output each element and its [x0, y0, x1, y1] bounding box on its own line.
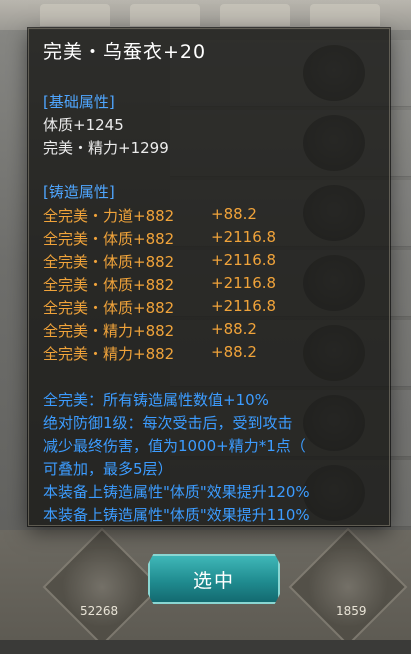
- effect-line: 全完美：所有铸造属性数值+10%: [43, 391, 269, 409]
- item-tooltip-panel: 完美・乌蚕衣+20 [基础属性] 体质+1245 完美・精力+1299 [铸造属…: [28, 28, 390, 526]
- background-tab: [310, 4, 380, 26]
- forge-attribute-name: 全完美・精力+882: [43, 345, 175, 363]
- background-tab: [220, 4, 290, 26]
- forge-attribute-bonus: +2116.8: [211, 228, 277, 246]
- forge-attributes-header: [铸造属性]: [43, 183, 115, 201]
- forge-attribute-bonus: +88.2: [211, 205, 257, 223]
- forge-attribute-bonus: +88.2: [211, 343, 257, 361]
- forge-attribute-line: 全完美・精力+882 +88.2: [43, 343, 257, 364]
- effect-line: 本装备上铸造属性"体质"效果提升120%: [43, 483, 310, 501]
- basic-attribute-line: 体质+1245: [43, 116, 124, 134]
- background-tab: [130, 4, 200, 26]
- forge-attribute-name: 全完美・体质+882: [43, 299, 175, 317]
- forge-attribute-line: 全完美・体质+882 +2116.8: [43, 251, 276, 272]
- forge-attribute-line: 全完美・力道+882 +88.2: [43, 205, 257, 226]
- forge-attribute-name: 全完美・体质+882: [43, 253, 175, 271]
- forge-attribute-bonus: +2116.8: [211, 251, 277, 269]
- basic-attribute-line: 完美・精力+1299: [43, 139, 169, 157]
- bottom-strip: [0, 640, 411, 654]
- select-button[interactable]: 选中: [148, 554, 280, 604]
- effect-line: 减少最终伤害，值为1000+精力*1点（: [43, 437, 306, 455]
- forge-attribute-line: 全完美・体质+882 +2116.8: [43, 274, 276, 295]
- background-tab: [40, 4, 110, 26]
- effect-line: 本装备上铸造属性"体质"效果提升110%: [43, 506, 310, 524]
- forge-attribute-line: 全完美・体质+882 +2116.8: [43, 297, 276, 318]
- forge-attribute-name: 全完美・力道+882: [43, 207, 175, 225]
- slot-right-count: 1859: [336, 604, 367, 618]
- forge-attribute-bonus: +88.2: [211, 320, 257, 338]
- forge-attribute-line: 全完美・精力+882 +88.2: [43, 320, 257, 341]
- forge-attribute-bonus: +2116.8: [211, 297, 277, 315]
- forge-attribute-name: 全完美・体质+882: [43, 276, 175, 294]
- item-title: 完美・乌蚕衣+20: [43, 41, 207, 63]
- basic-attributes-header: [基础属性]: [43, 93, 115, 111]
- forge-attribute-line: 全完美・体质+882 +2116.8: [43, 228, 276, 249]
- effect-line: 绝对防御1级：每次受击后，受到攻击: [43, 414, 293, 432]
- background-tab-bar: [0, 0, 411, 30]
- effect-line: 可叠加，最多5层）: [43, 460, 173, 478]
- forge-attribute-bonus: +2116.8: [211, 274, 277, 292]
- forge-attribute-name: 全完美・体质+882: [43, 230, 175, 248]
- slot-left-count: 52268: [80, 604, 119, 618]
- forge-attribute-name: 全完美・精力+882: [43, 322, 175, 340]
